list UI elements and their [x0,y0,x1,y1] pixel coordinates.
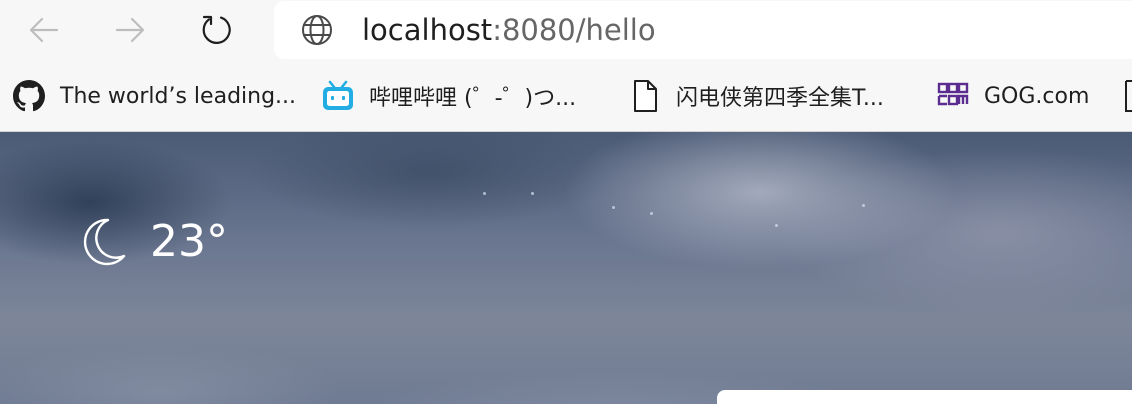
moon-icon [83,218,126,266]
url-host: localhost [362,13,493,47]
content-panel [717,390,1132,404]
temperature-text: 23° [150,216,228,267]
gog-icon [936,79,970,113]
back-button[interactable] [22,8,66,52]
url-text[interactable]: localhost:8080/hello [362,13,656,47]
github-icon [12,79,46,113]
page-icon [1112,79,1132,113]
star-dot [775,224,778,227]
new-tab-background: 23° [0,132,1132,404]
refresh-icon [202,15,231,44]
bilibili-icon [321,79,355,113]
star-dot [650,212,653,215]
arrow-right-icon [115,17,145,43]
globe-icon[interactable] [300,13,334,47]
star-dot [862,204,865,207]
bookmark-label: 闪电侠第四季全集T... [676,86,884,111]
bookmarks-bar: The world’s leading... 哔哩哔哩 (゜-゜)つ... 闪电… [0,62,1132,132]
bookmark-label: The world’s leading... [60,83,297,109]
star-dot [483,192,486,195]
arrow-left-icon [29,17,59,43]
bookmark-github[interactable]: The world’s leading... [12,76,296,116]
star-dot [612,206,615,209]
bookmark-gog[interactable]: GOG.com [936,76,1089,116]
bookmark-more[interactable] [1112,76,1132,116]
bookmark-label: 哔哩哔哩 (゜-゜)つ... [369,86,577,111]
page-icon [628,79,662,113]
bookmark-flash[interactable]: 闪电侠第四季全集T... [628,76,884,116]
bookmark-bilibili[interactable]: 哔哩哔哩 (゜-゜)つ... [321,76,576,116]
address-bar[interactable]: localhost:8080/hello [274,1,1132,59]
weather-widget[interactable]: 23° [78,216,228,268]
star-dot [531,192,534,195]
browser-toolbar: localhost:8080/hello [0,0,1132,62]
url-path: :8080/hello [492,13,656,47]
refresh-button[interactable] [196,8,240,52]
forward-button[interactable] [108,8,152,52]
bookmark-label: GOG.com [984,83,1090,109]
